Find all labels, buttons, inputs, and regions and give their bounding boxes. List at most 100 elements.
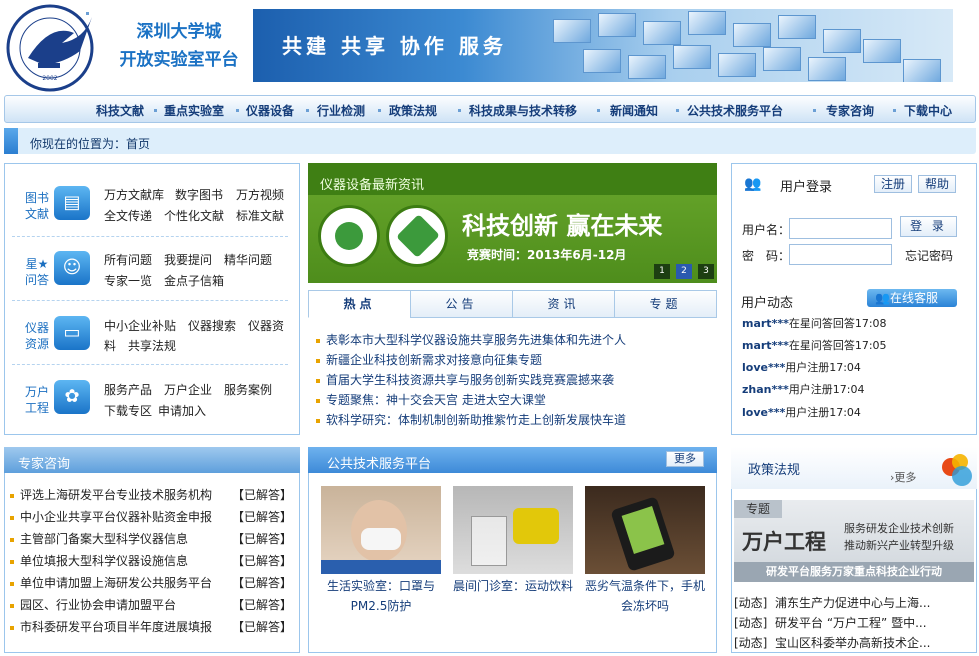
bullet-icon [10, 581, 14, 586]
nav-item-key-labs[interactable]: 重点实验室 [164, 102, 224, 119]
nav-item-expert[interactable]: 专家咨询 [826, 102, 874, 119]
nav-item-policy[interactable]: 政策法规 [389, 102, 437, 119]
slide-page-3[interactable]: 3 [698, 264, 714, 279]
platform-more-button[interactable]: 更多 [666, 451, 704, 467]
nav-item-literature[interactable]: 科技文献 [96, 102, 144, 119]
nav-separator [306, 109, 309, 112]
activity-item[interactable]: mart***在星问答回答17:05 [742, 337, 887, 353]
thumb-caption[interactable]: 生活实验室：口罩与 PM2.5防护 [314, 576, 448, 616]
decorative-circles-icon [940, 452, 974, 486]
news-item[interactable]: 表彰本市大型科学仪器设施共享服务先进集体和先进个人 [316, 331, 626, 348]
slideshow-title: 仪器设备最新资讯 [320, 178, 425, 193]
link-download-area[interactable]: 下载专区 [104, 402, 152, 419]
special-topic-desc1: 服务研发企业技术创新 [844, 522, 954, 535]
link-sharing-regulations[interactable]: 共享法规 [128, 337, 176, 354]
activity-item[interactable]: zhan***用户注册17:04 [742, 381, 864, 397]
bullet-icon [10, 493, 14, 498]
answered-tag: 【已解答】 [232, 576, 293, 590]
university-logo[interactable]: 2002 [4, 3, 102, 93]
banner-cube [903, 59, 941, 82]
link-fulltext-delivery[interactable]: 全文传递 [104, 207, 152, 224]
login-button[interactable]: 登 录 [900, 216, 957, 237]
link-all-questions[interactable]: 所有问题 [104, 251, 152, 268]
link-wanfang-db[interactable]: 万方文献库 [104, 186, 164, 203]
question-item[interactable]: 单位申请加盟上海研发公共服务平台 [10, 574, 212, 591]
nav-item-instruments[interactable]: 仪器设备 [246, 102, 294, 119]
news-item[interactable]: 专题聚焦：神十交会天宫 走进太空大课堂 [316, 391, 546, 408]
thumb-caption[interactable]: 晨间门诊室：运动饮料 [446, 576, 580, 596]
link-wanfang-video[interactable]: 万方视频 [236, 186, 284, 203]
thumb-drink-photo[interactable] [453, 486, 573, 574]
link-idea-mailbox[interactable]: 金点子信箱 [164, 272, 224, 289]
question-item[interactable]: 市科委研发平台项目半年度进展填报 [10, 618, 212, 635]
tab-news[interactable]: 资讯 [512, 290, 615, 318]
activity-item[interactable]: love***用户注册17:04 [742, 404, 861, 420]
monitor-icon[interactable]: ▭ [54, 316, 90, 350]
banner-cube [643, 21, 681, 45]
thumb-mask-photo[interactable] [321, 486, 441, 574]
nav-item-tech-transfer[interactable]: 科技成果与技术转移 [469, 102, 577, 119]
login-title: 用户登录 [780, 180, 833, 195]
link-instrument-search[interactable]: 仪器搜索 [188, 317, 236, 334]
news-item[interactable]: 首届大学生科技资源共享与服务创新实践竞赛震撼来袭 [316, 371, 614, 388]
link-sme-subsidy[interactable]: 中小企业补贴 [104, 317, 176, 334]
link-personal-literature[interactable]: 个性化文献 [164, 207, 224, 224]
activity-item[interactable]: mart***在星问答回答17:08 [742, 315, 887, 331]
tab-hot[interactable]: 热点 [308, 290, 411, 318]
headset-icon: 👥 [875, 291, 890, 305]
forgot-password-link[interactable]: 忘记密码 [905, 247, 953, 264]
breadcrumb-home[interactable]: 首页 [126, 137, 150, 151]
link-ask-question[interactable]: 我要提问 [164, 251, 212, 268]
policy-item[interactable]: [动态] 研发平台 “万户工程” 暨中... [734, 614, 927, 631]
special-topic-desc2: 推动新兴产业转型升级 [844, 539, 954, 552]
link-apply-join[interactable]: 申请加入 [158, 402, 206, 419]
policy-more-link[interactable]: ›更多 [890, 469, 916, 485]
question-item[interactable]: 主管部门备案大型科学仪器信息 [10, 530, 188, 547]
link-instrument-info[interactable]: 仪器资 [248, 317, 284, 334]
policy-item[interactable]: [动态] 宝山区科委举办高新技术企... [734, 634, 930, 651]
question-item[interactable]: 中小企业共享平台仪器补贴资金申报 [10, 508, 212, 525]
expert-title: 专家咨询 [18, 457, 71, 472]
news-item[interactable]: 新疆企业科技创新需求对接意向征集专题 [316, 351, 542, 368]
slide-page-1[interactable]: 1 [654, 264, 670, 279]
tab-announcements[interactable]: 公告 [410, 290, 513, 318]
document-icon[interactable]: ▤ [54, 186, 90, 220]
category-label-qa: 星★ 问答 [24, 257, 49, 287]
people-icon[interactable]: ☺ [54, 251, 90, 285]
link-wanhu-enterprises[interactable]: 万户企业 [164, 381, 212, 398]
link-standard-literature[interactable]: 标准文献 [236, 207, 284, 224]
nav-item-download[interactable]: 下载中心 [904, 102, 952, 119]
gear-icon[interactable]: ✿ [54, 380, 90, 414]
nav-item-news[interactable]: 新闻通知 [610, 102, 658, 119]
question-item[interactable]: 评选上海研发平台专业技术服务机构 [10, 486, 212, 503]
tab-topics[interactable]: 专题 [614, 290, 717, 318]
question-item[interactable]: 园区、行业协会申请加盟平台 [10, 596, 176, 613]
nav-item-public-platform[interactable]: 公共技术服务平台 [687, 102, 783, 119]
banner-cube [688, 11, 726, 35]
question-item[interactable]: 单位填报大型科学仪器设施信息 [10, 552, 188, 569]
link-expert-list[interactable]: 专家一览 [104, 272, 152, 289]
link-service-cases[interactable]: 服务案例 [224, 381, 272, 398]
link-instrument-info-cont[interactable]: 料 [104, 337, 116, 354]
answered-tag: 【已解答】 [232, 510, 293, 524]
bullet-icon [10, 625, 14, 630]
activity-item[interactable]: love***用户注册17:04 [742, 359, 861, 375]
answered-tag: 【已解答】 [232, 488, 293, 502]
online-service-button[interactable]: 👥在线客服 [867, 289, 957, 307]
nav-separator [154, 109, 157, 112]
link-service-products[interactable]: 服务产品 [104, 381, 152, 398]
link-digital-books[interactable]: 数字图书 [175, 186, 223, 203]
nav-item-industry-testing[interactable]: 行业检测 [317, 102, 365, 119]
thumb-phone-photo[interactable] [585, 486, 705, 574]
platform-title: 公共技术服务平台 [327, 457, 432, 472]
slide-page-2[interactable]: 2 [676, 264, 692, 279]
password-input[interactable] [789, 244, 892, 265]
help-button[interactable]: 帮助 [918, 175, 956, 193]
answered-tag: 【已解答】 [232, 620, 293, 634]
register-button[interactable]: 注册 [874, 175, 912, 193]
news-item[interactable]: 软科学研究：体制机制创新助推紫竹走上创新发展快车道 [316, 411, 626, 428]
policy-item[interactable]: [动态] 浦东生产力促进中心与上海... [734, 594, 930, 611]
username-input[interactable] [789, 218, 892, 239]
thumb-caption[interactable]: 恶劣气温条件下，手机 会冻坏吗 [578, 576, 712, 616]
link-featured-questions[interactable]: 精华问题 [224, 251, 272, 268]
